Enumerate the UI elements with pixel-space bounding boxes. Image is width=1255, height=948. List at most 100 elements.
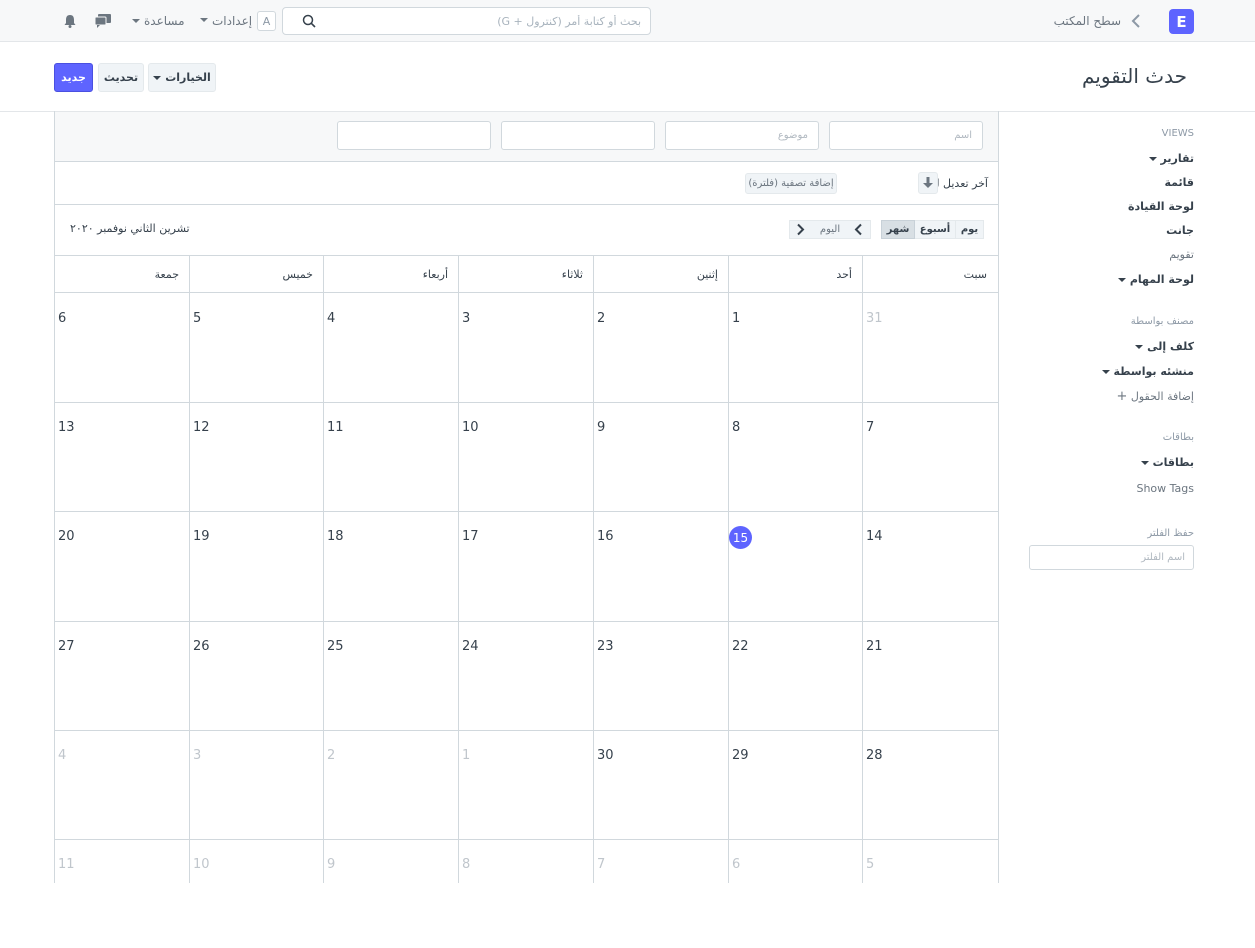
help-menu[interactable]: مساعدة <box>144 14 185 28</box>
calendar-day-cell[interactable] <box>190 293 325 402</box>
sidebar-item-created-by[interactable]: منشئه بواسطة <box>1101 365 1195 378</box>
sort-by-selector[interactable]: آخر تعديل ل <box>932 177 988 190</box>
calendar-day-cell[interactable] <box>190 730 325 839</box>
calendar-day-cell[interactable] <box>729 839 864 948</box>
today-button[interactable]: اليوم <box>813 220 847 239</box>
name-filter-input[interactable] <box>829 121 983 150</box>
day-number: 7 <box>866 420 875 435</box>
sidebar-item-assigned-to[interactable]: كلف إلى <box>1135 340 1194 353</box>
other-month-day-number: 10 <box>193 857 210 872</box>
day-number: 24 <box>462 639 479 654</box>
calendar-day-cell[interactable] <box>729 293 864 402</box>
calendar-day-cell[interactable] <box>55 730 190 839</box>
day-number: 18 <box>327 529 344 544</box>
calendar-day-cell[interactable] <box>863 511 998 620</box>
refresh-button[interactable]: تحديث <box>98 63 144 92</box>
calendar-day-cell[interactable] <box>190 621 325 730</box>
calendar-day-cell[interactable] <box>863 730 998 839</box>
subject-filter-input[interactable] <box>665 121 819 150</box>
view-week-button[interactable]: أسبوع <box>915 220 955 239</box>
new-button[interactable]: جديد <box>54 63 93 92</box>
weekday-label: جمعة <box>154 268 179 281</box>
options-button[interactable]: الخيارات <box>148 63 216 92</box>
calendar-day-cell[interactable] <box>594 839 729 948</box>
calendar-day-cell[interactable] <box>729 402 864 511</box>
chat-icon[interactable] <box>94 13 112 29</box>
sort-order-button[interactable] <box>918 172 938 194</box>
day-number: 23 <box>597 639 614 654</box>
calendar-day-cell[interactable] <box>55 293 190 402</box>
day-number: 4 <box>327 311 336 326</box>
calendar-day-cell[interactable] <box>459 839 594 948</box>
chevron-left-icon[interactable] <box>847 220 871 239</box>
show-tags-link[interactable]: Show Tags <box>1136 482 1194 495</box>
calendar-day-cell[interactable] <box>324 402 459 511</box>
day-number: 25 <box>327 639 344 654</box>
sidebar-item-reports[interactable]: تقارير <box>1148 152 1194 165</box>
calendar-day-cell[interactable] <box>594 293 729 402</box>
calendar-day-cell[interactable] <box>459 511 594 620</box>
calendar-day-cell[interactable] <box>459 402 594 511</box>
breadcrumb-desktop[interactable]: سطح المكتب <box>1054 14 1121 28</box>
day-number: 2 <box>597 311 606 326</box>
day-number: 11 <box>327 420 344 435</box>
calendar-day-cell[interactable] <box>863 293 998 402</box>
add-filter-button[interactable]: إضافة تصفية (فلترة) <box>745 173 837 194</box>
sidebar-item-kanban[interactable]: لوحة المهام <box>1117 273 1194 286</box>
calendar-day-cell[interactable] <box>55 621 190 730</box>
calendar-day-cell[interactable] <box>324 621 459 730</box>
calendar-day-cell[interactable] <box>459 293 594 402</box>
calendar-day-cell[interactable] <box>190 402 325 511</box>
day-number: 28 <box>866 748 883 763</box>
awesomebar-input[interactable] <box>325 11 641 31</box>
filter-name-input[interactable] <box>1029 545 1194 570</box>
calendar-day-cell[interactable] <box>594 402 729 511</box>
calendar-day-cell[interactable] <box>190 511 325 620</box>
calendar-day-cell[interactable] <box>324 511 459 620</box>
chevron-right-icon[interactable] <box>789 220 813 239</box>
view-month-button[interactable]: شهر <box>881 220 915 239</box>
calendar-day-cell[interactable] <box>55 839 190 948</box>
sidebar-item-dashboard[interactable]: لوحة القيادة <box>1128 200 1194 213</box>
calendar-day-cell[interactable] <box>459 621 594 730</box>
calendar-day-cell[interactable] <box>729 621 864 730</box>
add-fields-link[interactable]: إضافة الحقول + <box>1116 389 1194 404</box>
calendar-day-cell[interactable] <box>55 402 190 511</box>
calendar-day-cell[interactable] <box>324 839 459 948</box>
user-avatar[interactable]: A <box>257 11 276 31</box>
sidebar-item-calendar[interactable]: تقويم <box>1169 248 1194 261</box>
filter-input-3[interactable] <box>501 121 655 150</box>
calendar-day-cell[interactable] <box>324 730 459 839</box>
caret-down-icon <box>132 19 140 23</box>
sidebar-item-list[interactable]: قائمة <box>1164 176 1194 189</box>
weekday-label: إثنين <box>696 268 718 281</box>
calendar-day-cell[interactable] <box>190 839 325 948</box>
calendar-day-cell[interactable] <box>594 730 729 839</box>
calendar-day-cell[interactable] <box>863 839 998 948</box>
calendar-day-cell[interactable] <box>729 511 864 620</box>
calendar-day-cell[interactable] <box>594 511 729 620</box>
settings-menu[interactable]: إعدادات <box>212 14 252 28</box>
bell-icon[interactable] <box>63 13 77 29</box>
app-logo[interactable]: E <box>1169 9 1194 34</box>
sidebar-item-label: منشئه بواسطة <box>1113 365 1195 378</box>
calendar-day-cell[interactable] <box>55 511 190 620</box>
calendar-day-cell[interactable] <box>459 730 594 839</box>
sidebar-item-gantt[interactable]: جانت <box>1166 224 1194 237</box>
sidebar-item-tags[interactable]: بطاقات <box>1140 456 1194 469</box>
day-number: 27 <box>58 639 75 654</box>
day-number: 22 <box>732 639 749 654</box>
other-month-day-number: 2 <box>327 748 336 763</box>
day-number: 9 <box>597 420 606 435</box>
calendar-day-cell[interactable] <box>324 293 459 402</box>
calendar-day-cell[interactable] <box>863 621 998 730</box>
calendar-day-cell[interactable] <box>594 621 729 730</box>
tags-heading: بطاقات <box>1162 432 1194 443</box>
day-number: 1 <box>732 311 741 326</box>
chevron-left-icon <box>1131 14 1140 28</box>
filter-input-4[interactable] <box>337 121 491 150</box>
calendar-day-cell[interactable] <box>729 730 864 839</box>
calendar-day-cell[interactable] <box>863 402 998 511</box>
view-day-button[interactable]: يوم <box>955 220 984 239</box>
caret-down-icon <box>200 18 208 22</box>
